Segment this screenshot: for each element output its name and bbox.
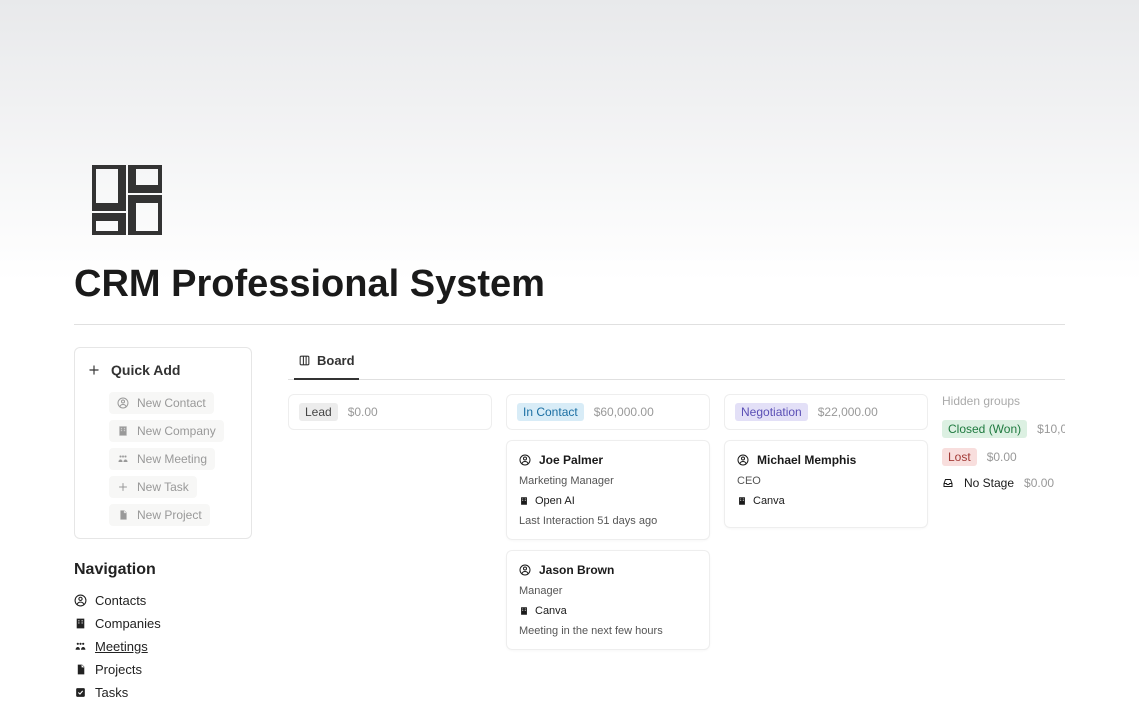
card-note: Meeting in the next few hours bbox=[519, 625, 697, 637]
column-header-in-contact[interactable]: In Contact $60,000.00 bbox=[506, 394, 710, 430]
quick-add-new-project[interactable]: New Project bbox=[109, 504, 210, 526]
stage-tag-none: No Stage bbox=[964, 476, 1014, 490]
card-company: Canva bbox=[535, 605, 567, 617]
person-icon bbox=[117, 397, 129, 409]
nav-companies[interactable]: Companies bbox=[74, 616, 252, 631]
card-company: Open AI bbox=[535, 495, 575, 507]
document-icon bbox=[117, 509, 129, 521]
nav-projects[interactable]: Projects bbox=[74, 662, 252, 677]
navigation-heading: Navigation bbox=[74, 561, 252, 579]
column-in-contact: In Contact $60,000.00 Joe Palmer Marketi… bbox=[506, 394, 710, 660]
hidden-group-lost[interactable]: Lost $0.00 bbox=[942, 448, 1065, 466]
plus-icon bbox=[117, 481, 129, 493]
quick-add-new-task[interactable]: New Task bbox=[109, 476, 197, 498]
plus-icon bbox=[87, 363, 101, 377]
column-lead: Lead $0.00 bbox=[288, 394, 492, 660]
card-role: Marketing Manager bbox=[519, 475, 697, 487]
column-amount: $22,000.00 bbox=[818, 405, 878, 419]
tab-label: Board bbox=[317, 353, 355, 368]
hidden-groups-title: Hidden groups bbox=[942, 394, 1065, 408]
card-role: CEO bbox=[737, 475, 915, 487]
quick-add-panel: Quick Add New Contact New Company New Me… bbox=[74, 347, 252, 539]
meeting-icon bbox=[117, 453, 129, 465]
tab-board[interactable]: Board bbox=[294, 347, 359, 380]
stage-tag-lead: Lead bbox=[299, 403, 338, 421]
column-header-negotiation[interactable]: Negotiation $22,000.00 bbox=[724, 394, 928, 430]
quick-add-title-text: Quick Add bbox=[111, 362, 181, 378]
nav-contacts[interactable]: Contacts bbox=[74, 593, 252, 608]
checkbox-icon bbox=[74, 686, 87, 699]
stage-tag-lost: Lost bbox=[942, 448, 977, 466]
column-negotiation: Negotiation $22,000.00 Michael Memphis C… bbox=[724, 394, 928, 660]
contact-card[interactable]: Michael Memphis CEO Canva bbox=[724, 440, 928, 528]
building-icon bbox=[117, 425, 129, 437]
dashboard-logo-icon bbox=[92, 165, 162, 235]
column-header-lead[interactable]: Lead $0.00 bbox=[288, 394, 492, 430]
hidden-amount: $0.00 bbox=[1024, 476, 1054, 490]
column-amount: $0.00 bbox=[348, 405, 378, 419]
meeting-icon bbox=[74, 640, 87, 653]
building-icon bbox=[737, 496, 747, 506]
quick-add-label: New Company bbox=[137, 424, 216, 438]
stage-tag-won: Closed (Won) bbox=[942, 420, 1027, 438]
building-icon bbox=[74, 617, 87, 630]
quick-add-label: New Project bbox=[137, 508, 202, 522]
quick-add-label: New Contact bbox=[137, 396, 206, 410]
hidden-group-won[interactable]: Closed (Won) $10,000 bbox=[942, 420, 1065, 438]
card-role: Manager bbox=[519, 585, 697, 597]
hidden-group-no-stage[interactable]: No Stage $0.00 bbox=[942, 476, 1065, 490]
hidden-amount: $10,000 bbox=[1037, 422, 1065, 436]
nav-label: Meetings bbox=[95, 639, 148, 654]
page-title: CRM Professional System bbox=[74, 263, 1065, 306]
building-icon bbox=[519, 606, 529, 616]
nav-label: Projects bbox=[95, 662, 142, 677]
hidden-groups: Hidden groups Closed (Won) $10,000 Lost … bbox=[942, 394, 1065, 660]
stage-tag-in-contact: In Contact bbox=[517, 403, 584, 421]
nav-label: Companies bbox=[95, 616, 161, 631]
quick-add-label: New Meeting bbox=[137, 452, 207, 466]
card-name: Jason Brown bbox=[539, 563, 614, 577]
card-name: Joe Palmer bbox=[539, 453, 603, 467]
divider bbox=[74, 324, 1065, 325]
stage-tag-negotiation: Negotiation bbox=[735, 403, 808, 421]
person-icon bbox=[519, 454, 531, 466]
person-icon bbox=[519, 564, 531, 576]
card-company: Canva bbox=[753, 495, 785, 507]
quick-add-new-contact[interactable]: New Contact bbox=[109, 392, 214, 414]
board-icon bbox=[298, 354, 311, 367]
person-icon bbox=[74, 594, 87, 607]
document-icon bbox=[74, 663, 87, 676]
nav-meetings[interactable]: Meetings bbox=[74, 639, 252, 654]
inbox-icon bbox=[942, 477, 954, 489]
nav-label: Tasks bbox=[95, 685, 128, 700]
column-amount: $60,000.00 bbox=[594, 405, 654, 419]
quick-add-label: New Task bbox=[137, 480, 189, 494]
contact-card[interactable]: Jason Brown Manager Canva Meeting in the… bbox=[506, 550, 710, 650]
quick-add-new-company[interactable]: New Company bbox=[109, 420, 224, 442]
card-name: Michael Memphis bbox=[757, 453, 856, 467]
nav-label: Contacts bbox=[95, 593, 146, 608]
quick-add-heading: Quick Add bbox=[87, 362, 239, 378]
quick-add-new-meeting[interactable]: New Meeting bbox=[109, 448, 215, 470]
hidden-amount: $0.00 bbox=[987, 450, 1017, 464]
person-icon bbox=[737, 454, 749, 466]
building-icon bbox=[519, 496, 529, 506]
card-note: Last Interaction 51 days ago bbox=[519, 515, 697, 527]
nav-tasks[interactable]: Tasks bbox=[74, 685, 252, 700]
contact-card[interactable]: Joe Palmer Marketing Manager Open AI Las… bbox=[506, 440, 710, 540]
